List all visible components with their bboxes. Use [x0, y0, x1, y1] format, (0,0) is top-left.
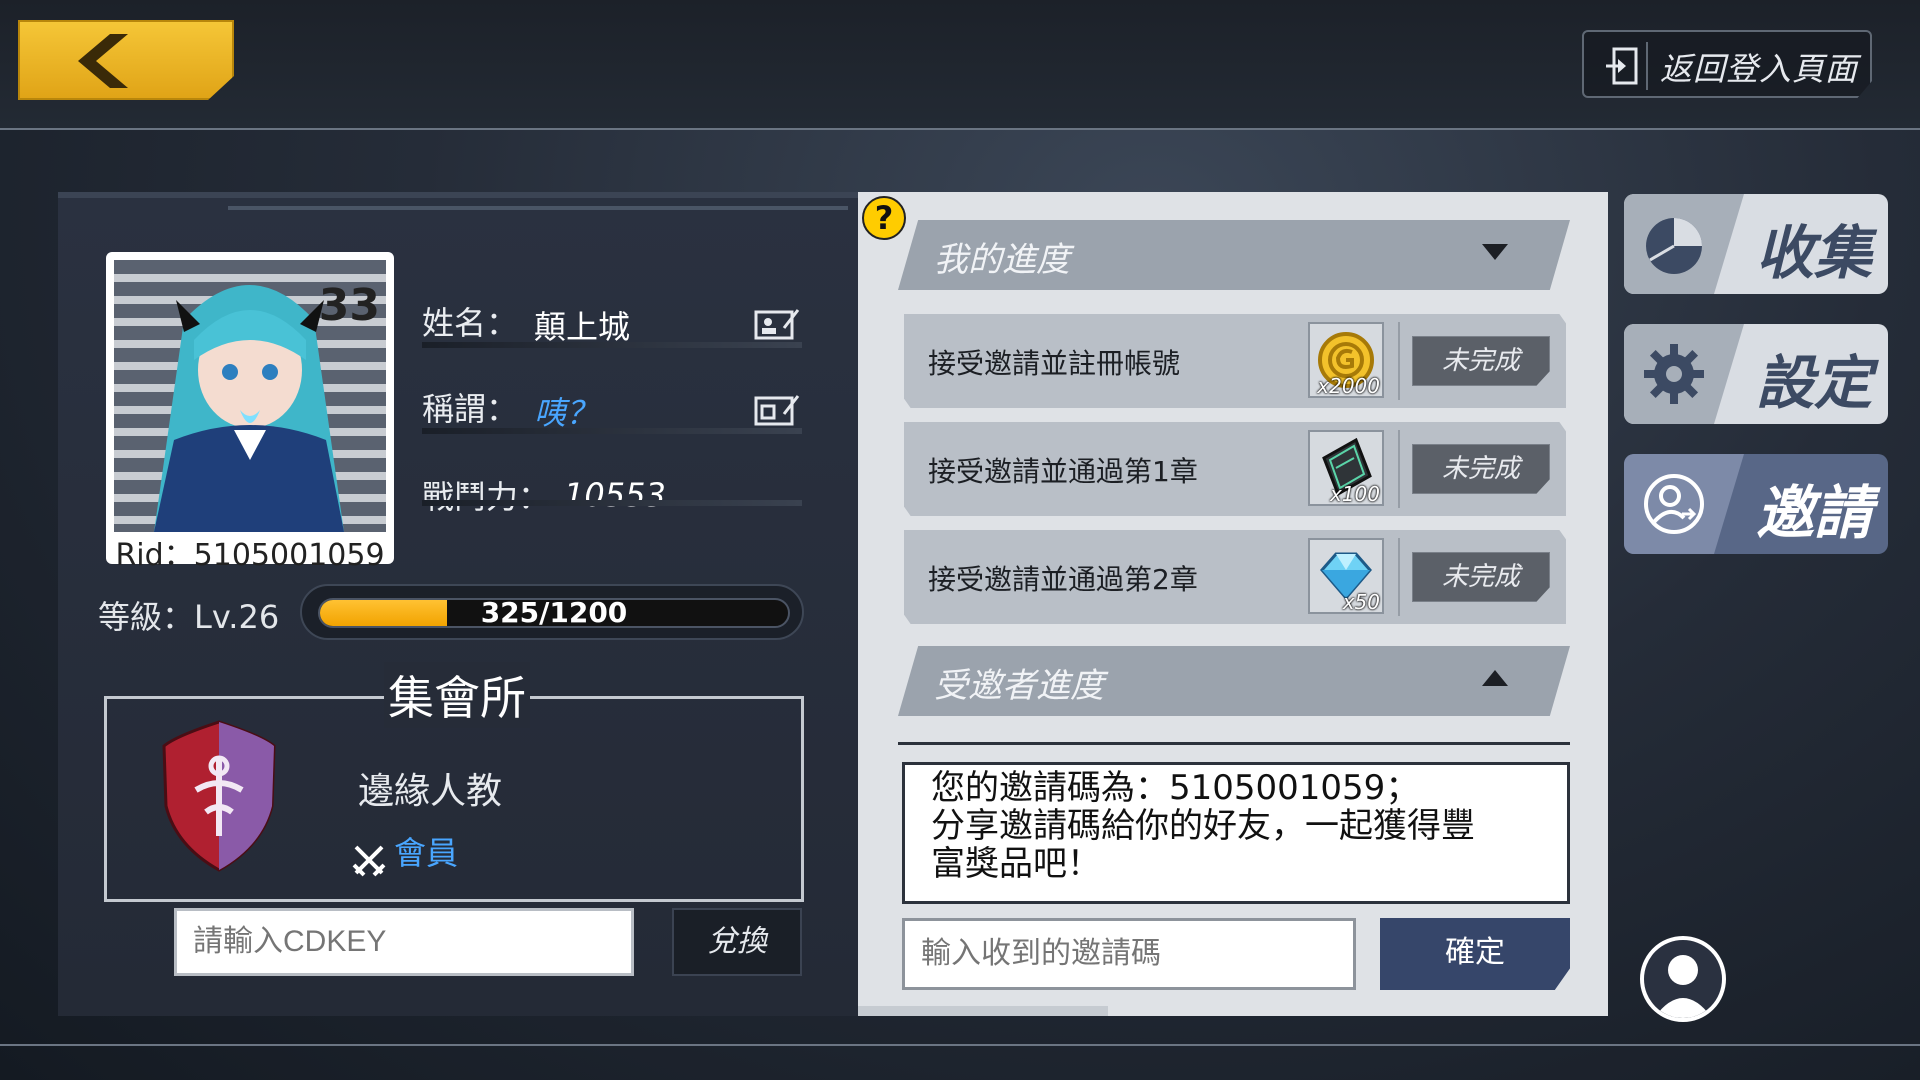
invite-user-icon [1644, 474, 1704, 534]
title-label: 稱謂： [422, 390, 519, 428]
name-label: 姓名： [422, 304, 519, 342]
task-status-button[interactable]: 未完成 [1412, 444, 1550, 494]
reward-quantity: x50 [1342, 590, 1380, 614]
task-label: 接受邀請並註冊帳號 [928, 347, 1181, 380]
user-icon [1654, 955, 1712, 1018]
power-value: 10553 [564, 476, 666, 514]
xp-bar-frame: 325/1200 [300, 584, 804, 640]
nav-collect-button[interactable]: 收集 [1624, 194, 1888, 294]
power-underline [422, 500, 802, 506]
panel-footer-stripe [858, 1006, 1108, 1016]
crossed-swords-icon [352, 845, 386, 876]
task-row: 接受邀請並通過第2章 x50 未完成 [904, 530, 1566, 624]
guild-role-row: 會員 [352, 828, 458, 877]
portrait-badge-number: 33 [318, 280, 380, 331]
power-label: 戰鬥力： [422, 478, 551, 516]
panel-stripe [58, 192, 858, 198]
return-login-button[interactable]: 返回登入頁面 [1582, 30, 1872, 98]
chevron-up-icon [1482, 670, 1508, 686]
task-label: 接受邀請並通過第2章 [928, 563, 1198, 596]
invite-code-input[interactable] [902, 918, 1356, 990]
level-label: 等級：Lv.26 [98, 598, 280, 636]
panel-stripe [228, 206, 848, 210]
title-underline [422, 428, 802, 434]
guild-title: 集會所 [384, 662, 530, 728]
invite-message-line: 富獎品吧！ [931, 844, 1101, 884]
task-status-button[interactable]: 未完成 [1412, 336, 1550, 386]
reward-slot[interactable]: x50 [1308, 538, 1384, 614]
xp-text: 325/1200 [480, 598, 628, 628]
xp-bar: 325/1200 [318, 598, 790, 628]
divider [1398, 538, 1400, 616]
reward-slot[interactable]: x100 [1308, 430, 1384, 506]
pie-chart-icon [1646, 218, 1702, 274]
guild-role-label: 會員 [394, 834, 459, 872]
divider [1398, 430, 1400, 508]
edit-title-icon[interactable] [754, 392, 800, 426]
invitee-progress-header[interactable]: 受邀者進度 [898, 646, 1570, 716]
character-portrait[interactable]: 33 Rid：5105001059 [106, 252, 394, 573]
rid-label: Rid：5105001059 [115, 538, 385, 573]
avatar[interactable] [1640, 936, 1726, 1022]
chevron-left-icon [78, 34, 128, 88]
help-icon[interactable]: ? [862, 196, 906, 240]
nav-settings-button[interactable]: 設定 [1624, 324, 1888, 424]
nav-invite-button[interactable]: 邀請 [1624, 454, 1888, 554]
edit-name-icon[interactable] [754, 306, 800, 340]
redeem-button[interactable]: 兌換 [672, 908, 802, 976]
section-divider [898, 742, 1570, 745]
character-image: 33 [114, 260, 386, 532]
my-progress-label: 我的進度 [934, 240, 1070, 280]
divider [1398, 322, 1400, 400]
chevron-down-icon [1482, 244, 1508, 260]
reward-quantity: x100 [1329, 482, 1380, 506]
task-row: 接受邀請並通過第1章 x100 未完成 [904, 422, 1566, 516]
task-row: 接受邀請並註冊帳號 x2000 未完成 [904, 314, 1566, 408]
task-status-button[interactable]: 未完成 [1412, 552, 1550, 602]
gear-icon [1644, 344, 1704, 404]
my-progress-header[interactable]: 我的進度 [898, 220, 1570, 290]
back-button[interactable] [18, 20, 234, 100]
guild-name: 邊緣人教 [358, 771, 503, 812]
return-login-label: 返回登入頁面 [1660, 50, 1859, 88]
nav-collect-label: 收集 [1755, 219, 1872, 287]
invitee-progress-label: 受邀者進度 [934, 666, 1104, 706]
invite-message-line: 分享邀請碼給你的好友，一起獲得豐 [931, 806, 1475, 846]
nav-invite-label: 邀請 [1755, 479, 1872, 547]
reward-slot[interactable]: x2000 [1308, 322, 1384, 398]
exit-icon [1606, 47, 1638, 85]
divider [1646, 42, 1648, 90]
nav-settings-label: 設定 [1755, 349, 1872, 417]
confirm-button[interactable]: 確定 [1380, 918, 1570, 990]
task-label: 接受邀請並通過第1章 [928, 455, 1198, 488]
bottom-divider [0, 1044, 1920, 1046]
cdkey-input[interactable] [174, 908, 634, 976]
guild-emblem-icon [162, 720, 276, 872]
reward-quantity: x2000 [1317, 374, 1380, 398]
invite-message-line: 您的邀請碼為：5105001059； [931, 768, 1420, 808]
invite-message-box: 您的邀請碼為：5105001059； 分享邀請碼給你的好友，一起獲得豐 富獎品吧… [902, 762, 1570, 904]
name-underline [422, 342, 802, 348]
